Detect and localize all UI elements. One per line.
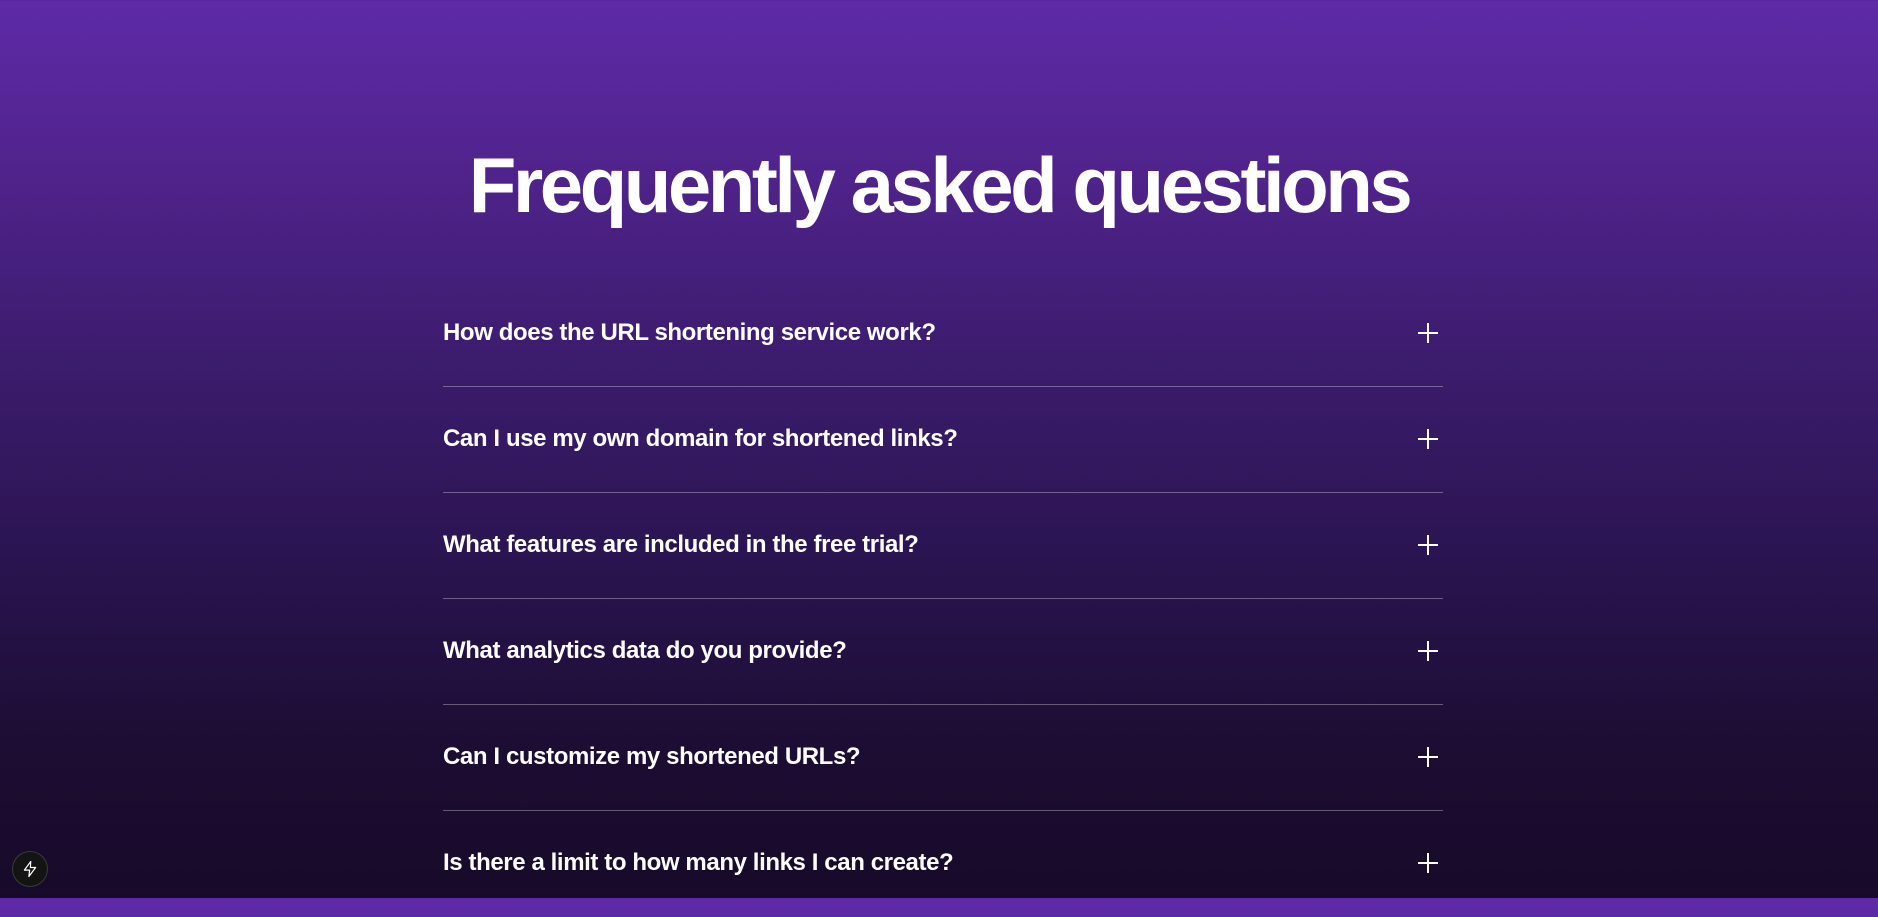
faq-question: Can I use my own domain for shortened li… (443, 425, 958, 452)
faq-list: How does the URL shortening service work… (443, 281, 1443, 917)
plus-icon[interactable] (1417, 746, 1439, 768)
plus-icon[interactable] (1417, 322, 1439, 344)
faq-item[interactable]: Can I use my own domain for shortened li… (443, 387, 1443, 493)
faq-item[interactable]: How does the URL shortening service work… (443, 281, 1443, 387)
plus-icon[interactable] (1417, 640, 1439, 662)
lightning-bolt-icon (21, 860, 39, 878)
faq-item[interactable]: What analytics data do you provide? (443, 599, 1443, 705)
faq-item[interactable]: What features are included in the free t… (443, 493, 1443, 599)
plus-icon[interactable] (1417, 428, 1439, 450)
faq-question: What features are included in the free t… (443, 531, 919, 558)
faq-section: Frequently asked questions How does the … (0, 0, 1878, 898)
faq-question: How does the URL shortening service work… (443, 319, 936, 346)
faq-question: Is there a limit to how many links I can… (443, 849, 954, 876)
plus-icon[interactable] (1417, 534, 1439, 556)
faq-question: Can I customize my shortened URLs? (443, 743, 861, 770)
devtools-button[interactable] (12, 851, 48, 887)
faq-question: What analytics data do you provide? (443, 637, 847, 664)
faq-item[interactable]: Is there a limit to how many links I can… (443, 811, 1443, 917)
faq-item[interactable]: Can I customize my shortened URLs? (443, 705, 1443, 811)
plus-icon[interactable] (1417, 852, 1439, 874)
page-title: Frequently asked questions (468, 141, 1413, 229)
